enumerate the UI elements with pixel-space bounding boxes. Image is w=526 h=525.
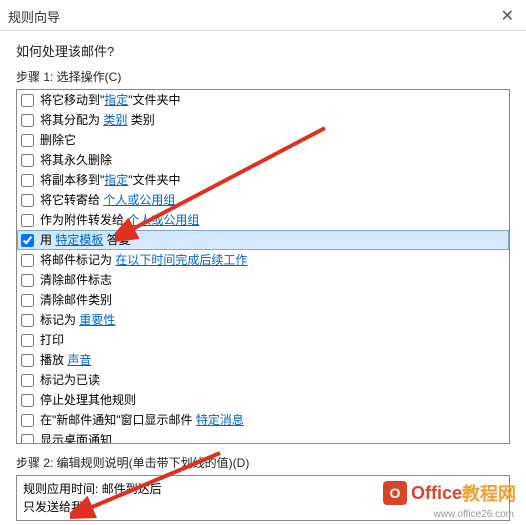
- action-text: 清除邮件标志: [40, 271, 112, 289]
- list-item[interactable]: 清除邮件标志: [17, 270, 509, 290]
- list-item[interactable]: 播放 声音: [17, 350, 509, 370]
- action-checkbox[interactable]: [21, 274, 34, 287]
- action-text: 将其永久删除: [40, 151, 112, 169]
- action-text-pre: 打印: [40, 333, 64, 347]
- action-checkbox[interactable]: [21, 114, 34, 127]
- step1-label: 步骤 1: 选择操作(C): [16, 68, 510, 85]
- action-checkbox[interactable]: [21, 374, 34, 387]
- action-text: 标记为 重要性: [40, 311, 115, 329]
- action-text-pre: 将副本移到": [40, 173, 104, 187]
- action-text-pre: 删除它: [40, 133, 76, 147]
- close-icon[interactable]: ✕: [497, 6, 518, 26]
- action-listbox[interactable]: 将它移动到"指定"文件夹中将其分配为 类别 类别删除它将其永久删除将副本移到"指…: [16, 89, 510, 444]
- action-link[interactable]: 重要性: [79, 313, 115, 327]
- action-checkbox[interactable]: [21, 174, 34, 187]
- action-text-pre: 播放: [40, 353, 67, 367]
- action-link[interactable]: 类别: [103, 113, 127, 127]
- rule-desc-line1: 规则应用时间: 邮件到达后: [23, 480, 503, 498]
- action-text: 将其分配为 类别 类别: [40, 111, 155, 129]
- action-text-pre: 标记为已读: [40, 373, 100, 387]
- list-item[interactable]: 删除它: [17, 130, 509, 150]
- action-text-post: 类别: [127, 113, 154, 127]
- action-link[interactable]: 个人或公用组: [127, 213, 199, 227]
- action-text: 将邮件标记为 在以下时间完成后续工作: [40, 251, 247, 269]
- list-item[interactable]: 将其永久删除: [17, 150, 509, 170]
- action-checkbox[interactable]: [21, 214, 34, 227]
- action-checkbox[interactable]: [21, 354, 34, 367]
- action-checkbox[interactable]: [21, 314, 34, 327]
- action-checkbox[interactable]: [21, 234, 34, 247]
- action-text: 将它转寄给 个人或公用组: [40, 191, 175, 209]
- dialog-title: 规则向导: [8, 7, 60, 26]
- list-item[interactable]: 将副本移到"指定"文件夹中: [17, 170, 509, 190]
- action-text-pre: 用: [40, 233, 55, 247]
- action-text: 删除它: [40, 131, 76, 149]
- action-text-pre: 标记为: [40, 313, 79, 327]
- action-checkbox[interactable]: [21, 414, 34, 427]
- action-text: 在"新邮件通知"窗口显示邮件 特定消息: [40, 411, 244, 429]
- action-text-post: "文件夹中: [128, 93, 180, 107]
- action-checkbox[interactable]: [21, 94, 34, 107]
- action-text: 显示桌面通知: [40, 431, 112, 444]
- action-text: 播放 声音: [40, 351, 91, 369]
- list-item[interactable]: 显示桌面通知: [17, 430, 509, 444]
- action-text: 将副本移到"指定"文件夹中: [40, 171, 181, 189]
- action-text-pre: 在"新邮件通知"窗口显示邮件: [40, 413, 196, 427]
- list-item[interactable]: 用 特定模板 答复: [17, 230, 509, 250]
- action-text: 标记为已读: [40, 371, 100, 389]
- list-item[interactable]: 将它转寄给 个人或公用组: [17, 190, 509, 210]
- action-text-pre: 作为附件转发给: [40, 213, 127, 227]
- action-checkbox[interactable]: [21, 394, 34, 407]
- list-item[interactable]: 停止处理其他规则: [17, 390, 509, 410]
- action-checkbox[interactable]: [21, 334, 34, 347]
- action-text: 打印: [40, 331, 64, 349]
- action-text-pre: 将其分配为: [40, 113, 103, 127]
- action-link[interactable]: 指定: [104, 173, 128, 187]
- action-text-post: "文件夹中: [128, 173, 180, 187]
- list-item[interactable]: 将它移动到"指定"文件夹中: [17, 90, 509, 110]
- rule-description-box[interactable]: 规则应用时间: 邮件到达后 只发送给我: [16, 475, 510, 521]
- action-checkbox[interactable]: [21, 254, 34, 267]
- list-item[interactable]: 标记为 重要性: [17, 310, 509, 330]
- action-link[interactable]: 声音: [67, 353, 91, 367]
- list-item[interactable]: 清除邮件类别: [17, 290, 509, 310]
- action-checkbox[interactable]: [21, 434, 34, 445]
- prompt-text: 如何处理该邮件?: [16, 41, 510, 60]
- action-text: 停止处理其他规则: [40, 391, 136, 409]
- action-link[interactable]: 指定: [104, 93, 128, 107]
- list-item[interactable]: 在"新邮件通知"窗口显示邮件 特定消息: [17, 410, 509, 430]
- list-item[interactable]: 打印: [17, 330, 509, 350]
- action-checkbox[interactable]: [21, 134, 34, 147]
- action-text-pre: 停止处理其他规则: [40, 393, 136, 407]
- action-text: 将它移动到"指定"文件夹中: [40, 91, 181, 109]
- list-item[interactable]: 将邮件标记为 在以下时间完成后续工作: [17, 250, 509, 270]
- action-link[interactable]: 特定模板: [55, 233, 103, 247]
- action-checkbox[interactable]: [21, 294, 34, 307]
- titlebar: 规则向导 ✕: [0, 0, 526, 31]
- action-text: 用 特定模板 答复: [40, 231, 131, 249]
- action-link[interactable]: 在以下时间完成后续工作: [115, 253, 247, 267]
- action-text-post: 答复: [103, 233, 130, 247]
- action-text-pre: 将其永久删除: [40, 153, 112, 167]
- action-checkbox[interactable]: [21, 194, 34, 207]
- action-text-pre: 清除邮件标志: [40, 273, 112, 287]
- step1-label-text: 步骤 1: 选择操作(C): [16, 70, 121, 84]
- dialog-content: 如何处理该邮件? 步骤 1: 选择操作(C) 将它移动到"指定"文件夹中将其分配…: [0, 31, 526, 521]
- step2-label-text: 步骤 2: 编辑规则说明(单击带下划线的值)(D): [16, 456, 249, 470]
- action-text-pre: 清除邮件类别: [40, 293, 112, 307]
- action-text: 作为附件转发给 个人或公用组: [40, 211, 199, 229]
- rule-desc-line2: 只发送给我: [23, 498, 503, 516]
- step2-label: 步骤 2: 编辑规则说明(单击带下划线的值)(D): [16, 454, 510, 471]
- action-checkbox[interactable]: [21, 154, 34, 167]
- list-item[interactable]: 标记为已读: [17, 370, 509, 390]
- action-text-pre: 将邮件标记为: [40, 253, 115, 267]
- action-link[interactable]: 特定消息: [196, 413, 244, 427]
- action-text: 清除邮件类别: [40, 291, 112, 309]
- action-text-pre: 将它移动到": [40, 93, 104, 107]
- action-link[interactable]: 个人或公用组: [103, 193, 175, 207]
- list-item[interactable]: 作为附件转发给 个人或公用组: [17, 210, 509, 230]
- action-text-pre: 显示桌面通知: [40, 433, 112, 444]
- action-text-pre: 将它转寄给: [40, 193, 103, 207]
- list-item[interactable]: 将其分配为 类别 类别: [17, 110, 509, 130]
